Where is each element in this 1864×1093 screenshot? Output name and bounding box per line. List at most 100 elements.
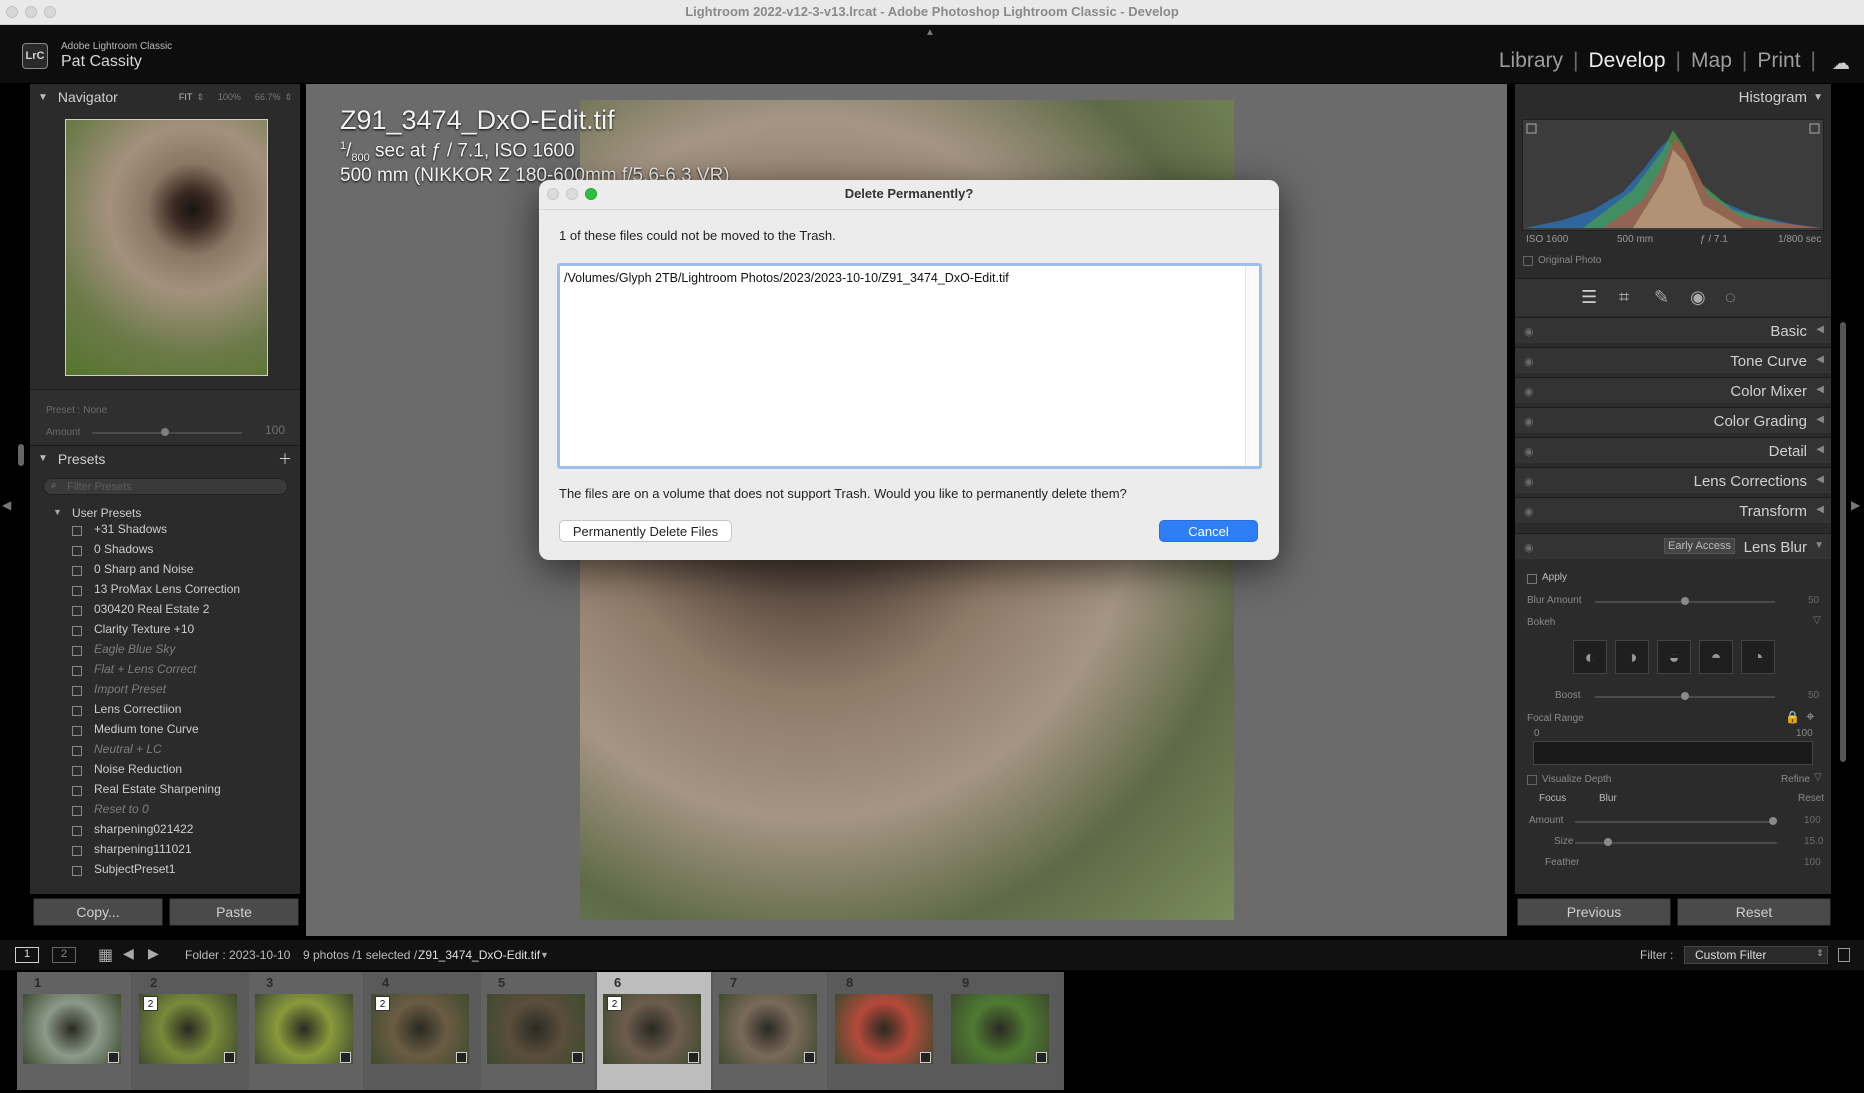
- expand-triangle-icon[interactable]: ◀: [1816, 504, 1824, 515]
- amount-slider-thumb[interactable]: [161, 428, 169, 436]
- original-photo-checkbox[interactable]: [1523, 256, 1533, 266]
- refine-menu-icon[interactable]: ▽: [1814, 772, 1822, 783]
- folder-source[interactable]: Folder : 2023-10-10: [185, 948, 290, 962]
- blur-toggle[interactable]: Blur: [1599, 793, 1617, 804]
- section-tone-curve[interactable]: ◉ Tone Curve ◀: [1515, 347, 1831, 373]
- lock-icon[interactable]: 🔒: [1785, 710, 1800, 724]
- stack-count-badge[interactable]: 2: [143, 996, 158, 1011]
- amount-track[interactable]: [1575, 821, 1777, 823]
- filter-select[interactable]: Custom Filter: [1684, 946, 1828, 964]
- preset-item[interactable]: 0 Shadows: [94, 542, 153, 556]
- collapse-triangle-icon[interactable]: ▼: [38, 453, 48, 464]
- main-window-button[interactable]: 1: [15, 947, 39, 963]
- thumbnail-image[interactable]: [719, 994, 817, 1064]
- navigator-preview[interactable]: [65, 119, 268, 376]
- preset-item[interactable]: SubjectPreset1: [94, 862, 175, 876]
- left-scrollbar[interactable]: [18, 444, 24, 466]
- preset-item[interactable]: Neutral + LC: [94, 742, 162, 756]
- preset-item[interactable]: sharpening111021: [94, 842, 192, 856]
- reset-button[interactable]: Reset: [1677, 898, 1831, 926]
- user-presets-group[interactable]: User Presets: [72, 506, 141, 520]
- collapse-top-icon[interactable]: ▲: [925, 27, 935, 38]
- eye-icon[interactable]: ◉: [1524, 325, 1534, 338]
- eye-icon[interactable]: ◉: [1524, 385, 1534, 398]
- preset-item[interactable]: Medium tone Curve: [94, 722, 199, 736]
- cloud-sync-icon[interactable]: ☁: [1832, 53, 1850, 74]
- reset-link[interactable]: Reset: [1798, 793, 1824, 804]
- preset-item[interactable]: Flat + Lens Correct: [94, 662, 196, 676]
- forward-arrow-icon[interactable]: ▶: [148, 945, 159, 962]
- preset-item[interactable]: Clarity Texture +10: [94, 622, 194, 636]
- stack-count-badge[interactable]: 2: [375, 996, 390, 1011]
- zoom-66[interactable]: 66.7%: [255, 92, 281, 102]
- preset-item[interactable]: Noise Reduction: [94, 762, 182, 776]
- section-detail[interactable]: ◉ Detail ◀: [1515, 437, 1831, 463]
- filter-lock-icon[interactable]: [1838, 948, 1850, 962]
- filmstrip-thumbnail[interactable]: 8: [829, 972, 943, 1090]
- visualize-depth-checkbox[interactable]: [1527, 775, 1537, 785]
- amount-thumb[interactable]: [1769, 817, 1777, 825]
- bokeh-ring-icon[interactable]: ◓: [1699, 640, 1733, 674]
- section-lens-corrections[interactable]: ◉ Lens Corrections ◀: [1515, 467, 1831, 493]
- filmstrip-thumbnail[interactable]: 42: [365, 972, 479, 1090]
- presets-header[interactable]: ▼ Presets ＋: [30, 445, 300, 471]
- histogram-title[interactable]: Histogram: [1739, 89, 1807, 106]
- boost-thumb[interactable]: [1681, 692, 1689, 700]
- thumbnail-image[interactable]: [23, 994, 121, 1064]
- filter-presets-input[interactable]: ⌕ Filter Presets: [43, 478, 288, 495]
- eye-icon[interactable]: ◉: [1524, 505, 1534, 518]
- preset-item[interactable]: 13 ProMax Lens Correction: [94, 582, 240, 596]
- edit-sliders-icon[interactable]: ☰: [1581, 287, 1597, 308]
- module-map[interactable]: Map: [1691, 49, 1732, 73]
- collapse-triangle-icon[interactable]: ▼: [38, 92, 48, 103]
- section-basic[interactable]: ◉ Basic ◀: [1515, 317, 1831, 343]
- filmstrip-thumbnail[interactable]: 9: [945, 972, 1059, 1090]
- right-scrollbar[interactable]: [1840, 322, 1846, 762]
- eye-icon[interactable]: ◉: [1524, 445, 1534, 458]
- expand-triangle-icon[interactable]: ◀: [1816, 384, 1824, 395]
- eye-icon[interactable]: ◉: [1524, 415, 1534, 428]
- histogram-graph[interactable]: [1522, 119, 1824, 231]
- thumbnail-image[interactable]: [255, 994, 353, 1064]
- preset-item[interactable]: Reset to 0: [94, 802, 149, 816]
- section-color-grading[interactable]: ◉ Color Grading ◀: [1515, 407, 1831, 433]
- blur-amount-thumb[interactable]: [1681, 597, 1689, 605]
- section-color-mixer[interactable]: ◉ Color Mixer ◀: [1515, 377, 1831, 403]
- bokeh-cat-eye-icon[interactable]: ◔: [1741, 640, 1775, 674]
- eye-icon[interactable]: ◉: [1524, 475, 1534, 488]
- selected-filename[interactable]: Z91_3474_DxO-Edit.tif: [418, 948, 540, 962]
- thumbnail-image[interactable]: [951, 994, 1049, 1064]
- masking-icon[interactable]: ◌: [1725, 287, 1736, 308]
- filename-menu-icon[interactable]: ▼: [540, 950, 549, 960]
- module-develop[interactable]: Develop: [1588, 49, 1665, 73]
- filmstrip-thumbnail[interactable]: 1: [17, 972, 131, 1090]
- expand-triangle-icon[interactable]: ◀: [1816, 414, 1824, 425]
- expand-triangle-icon[interactable]: ◀: [1816, 444, 1824, 455]
- preset-item[interactable]: Import Preset: [94, 682, 166, 696]
- healing-icon[interactable]: ✎: [1654, 287, 1669, 308]
- secondary-window-button[interactable]: 2: [52, 947, 76, 963]
- right-panel-toggle-icon[interactable]: ▶: [1851, 498, 1860, 512]
- expand-triangle-icon[interactable]: ◀: [1816, 474, 1824, 485]
- bokeh-bubble-icon[interactable]: ◑: [1615, 640, 1649, 674]
- apply-checkbox[interactable]: [1527, 574, 1537, 584]
- file-path[interactable]: /Volumes/Glyph 2TB/Lightroom Photos/2023…: [564, 271, 1009, 285]
- eye-icon[interactable]: ◉: [1524, 541, 1534, 554]
- bokeh-circle-icon[interactable]: ◐: [1573, 640, 1607, 674]
- preset-item[interactable]: +31 Shadows: [94, 522, 167, 536]
- zoom-100[interactable]: 100%: [218, 92, 241, 102]
- file-list-scrollbar[interactable]: [1245, 266, 1259, 466]
- file-list-box[interactable]: /Volumes/Glyph 2TB/Lightroom Photos/2023…: [557, 263, 1262, 469]
- collapse-triangle-icon[interactable]: ▼: [1813, 92, 1823, 103]
- stack-count-badge[interactable]: 2: [607, 996, 622, 1011]
- previous-button[interactable]: Previous: [1517, 898, 1671, 926]
- size-thumb[interactable]: [1604, 838, 1612, 846]
- eye-icon[interactable]: ◉: [1524, 355, 1534, 368]
- focal-range-bar[interactable]: [1533, 741, 1813, 765]
- focus-toggle[interactable]: Focus: [1537, 793, 1568, 804]
- section-transform[interactable]: ◉ Transform ◀: [1515, 497, 1831, 523]
- preset-item[interactable]: 030420 Real Estate 2: [94, 602, 209, 616]
- cancel-button[interactable]: Cancel: [1159, 520, 1258, 542]
- preset-item[interactable]: sharpening021422: [94, 822, 193, 836]
- grid-view-icon[interactable]: ▦: [98, 945, 113, 965]
